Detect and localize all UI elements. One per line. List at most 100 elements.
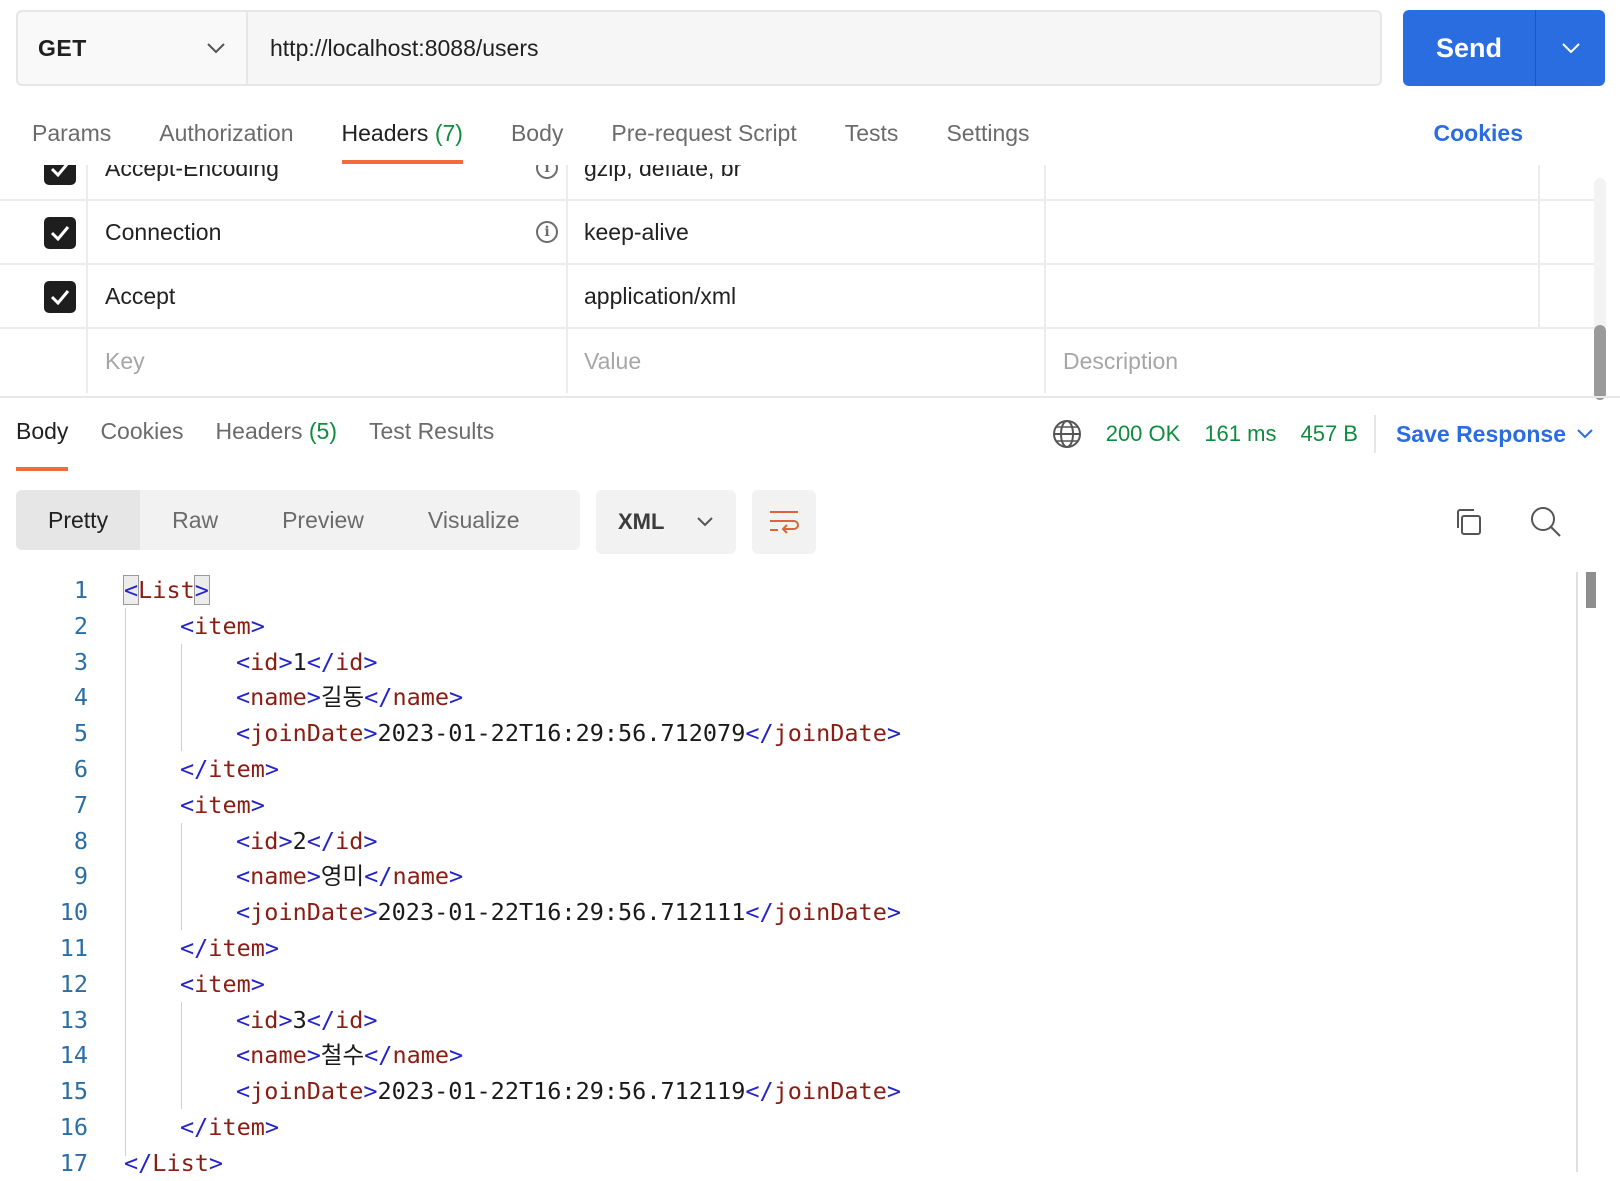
- chevron-down-icon: [697, 517, 713, 527]
- method-select[interactable]: GET: [18, 12, 248, 84]
- close-bracket: >: [193, 575, 210, 605]
- response-time[interactable]: 161 ms: [1204, 421, 1276, 447]
- header-checkbox[interactable]: [44, 165, 76, 185]
- close-bracket: >: [278, 1005, 293, 1034]
- view-preview-button[interactable]: Preview: [250, 490, 396, 550]
- xml-tag-name: id: [335, 647, 364, 676]
- new-header-row: Key Value Description: [0, 329, 1596, 393]
- close-bracket: >: [306, 1041, 321, 1070]
- format-select[interactable]: XML: [596, 490, 736, 554]
- line-number: 9: [73, 862, 88, 891]
- header-checkbox[interactable]: [44, 217, 76, 249]
- xml-tag-name: id: [250, 826, 279, 855]
- key-input[interactable]: Key: [105, 329, 145, 393]
- open-bracket: <: [180, 611, 195, 640]
- open-bracket: <: [236, 683, 251, 712]
- view-raw-button[interactable]: Raw: [140, 490, 250, 550]
- tab-authorization[interactable]: Authorization: [159, 110, 293, 160]
- xml-tag-name: id: [335, 826, 364, 855]
- xml-tag-name: joinDate: [773, 898, 887, 927]
- xml-tag-name: item: [194, 790, 251, 819]
- wrap-lines-button[interactable]: [752, 490, 816, 554]
- header-key[interactable]: Accept: [105, 265, 175, 327]
- pane-divider[interactable]: [0, 396, 1620, 398]
- send-button[interactable]: Send: [1403, 10, 1536, 86]
- save-response-button[interactable]: Save Response: [1396, 421, 1566, 448]
- line-number: 17: [59, 1148, 88, 1177]
- open-bracket: <: [236, 862, 251, 891]
- header-key[interactable]: Connection: [105, 201, 221, 263]
- tab-response-body[interactable]: Body: [16, 405, 69, 471]
- tab-params[interactable]: Params: [32, 110, 111, 160]
- chevron-down-icon[interactable]: [1576, 428, 1594, 440]
- method-label: GET: [38, 34, 87, 61]
- code-text: <name>영미</name>: [236, 858, 463, 894]
- copy-icon[interactable]: [1450, 504, 1486, 540]
- open-bracket: </: [745, 1077, 774, 1106]
- close-bracket: >: [449, 1041, 464, 1070]
- code-text: <name>길동</name>: [236, 679, 463, 715]
- tab-settings[interactable]: Settings: [946, 110, 1029, 160]
- header-value[interactable]: application/xml: [584, 265, 736, 327]
- globe-icon[interactable]: [1052, 419, 1082, 449]
- code-text: <joinDate>2023-01-22T16:29:56.712079</jo…: [236, 715, 901, 751]
- xml-tag-name: item: [208, 755, 265, 783]
- send-options-button[interactable]: [1536, 10, 1605, 86]
- code-text: </List>: [124, 1145, 223, 1181]
- open-bracket: </: [745, 719, 774, 748]
- close-bracket: >: [264, 934, 280, 962]
- xml-tag-name: item: [208, 934, 265, 962]
- code-text: <name>철수</name>: [236, 1037, 463, 1073]
- open-bracket: </: [306, 647, 336, 676]
- close-bracket: >: [208, 1148, 224, 1177]
- headers-count: (7): [434, 120, 463, 146]
- cookies-link[interactable]: Cookies: [1434, 110, 1523, 160]
- open-bracket: </: [180, 934, 209, 962]
- open-bracket: </: [364, 1041, 393, 1070]
- tab-pre-request-script[interactable]: Pre-request Script: [611, 110, 796, 160]
- xml-tag-name: id: [250, 1005, 279, 1034]
- xml-tag-name: joinDate: [250, 1077, 364, 1106]
- tab-response-headers[interactable]: Headers (5): [216, 405, 337, 463]
- close-bracket: >: [363, 647, 378, 676]
- url-input[interactable]: http://localhost:8088/users: [248, 12, 1380, 84]
- code-text: </item>: [180, 930, 279, 966]
- description-input[interactable]: Description: [1063, 329, 1178, 393]
- info-icon[interactable]: i: [536, 221, 558, 243]
- xml-tag-name: joinDate: [250, 719, 364, 748]
- response-tabs: Body Cookies Headers (5) Test Results: [16, 405, 526, 471]
- status-code[interactable]: 200 OK: [1106, 421, 1181, 447]
- response-code-viewer[interactable]: 1 <List> 2 <item> 3 <id>1</id> 4 <name>길동</name…: [0, 572, 1580, 1177]
- header-value[interactable]: gzip, deflate, br: [584, 165, 741, 199]
- close-bracket: >: [264, 755, 280, 783]
- view-pretty-button[interactable]: Pretty: [16, 490, 141, 550]
- code-text: <joinDate>2023-01-22T16:29:56.712111</jo…: [236, 894, 901, 930]
- open-bracket: <: [236, 1041, 251, 1070]
- line-number: 16: [59, 1113, 88, 1141]
- open-bracket: </: [745, 898, 774, 927]
- tab-tests[interactable]: Tests: [845, 110, 899, 160]
- open-bracket: <: [236, 898, 251, 927]
- close-bracket: >: [363, 898, 378, 927]
- code-scrollbar-thumb[interactable]: [1586, 572, 1596, 608]
- line-number: 3: [73, 647, 88, 676]
- header-value[interactable]: keep-alive: [584, 201, 689, 263]
- tab-response-cookies[interactable]: Cookies: [100, 405, 183, 463]
- headers-scrollbar-thumb[interactable]: [1594, 325, 1606, 400]
- search-icon[interactable]: [1528, 504, 1564, 540]
- info-icon[interactable]: i: [536, 165, 558, 179]
- response-size[interactable]: 457 B: [1300, 421, 1358, 447]
- xml-text: 2: [292, 826, 307, 855]
- code-text: <item>: [180, 608, 265, 644]
- tab-test-results[interactable]: Test Results: [369, 405, 494, 463]
- value-input[interactable]: Value: [584, 329, 641, 393]
- tab-body[interactable]: Body: [511, 110, 563, 160]
- tab-headers[interactable]: Headers (7): [341, 110, 464, 164]
- header-key[interactable]: Accept-Encoding: [105, 165, 279, 199]
- code-text: <List>: [122, 572, 210, 608]
- close-bracket: >: [363, 1077, 378, 1106]
- view-visualize-button[interactable]: Visualize: [396, 490, 552, 550]
- header-checkbox[interactable]: [44, 281, 76, 313]
- indent-guide: [181, 1001, 182, 1109]
- close-bracket: >: [363, 826, 378, 855]
